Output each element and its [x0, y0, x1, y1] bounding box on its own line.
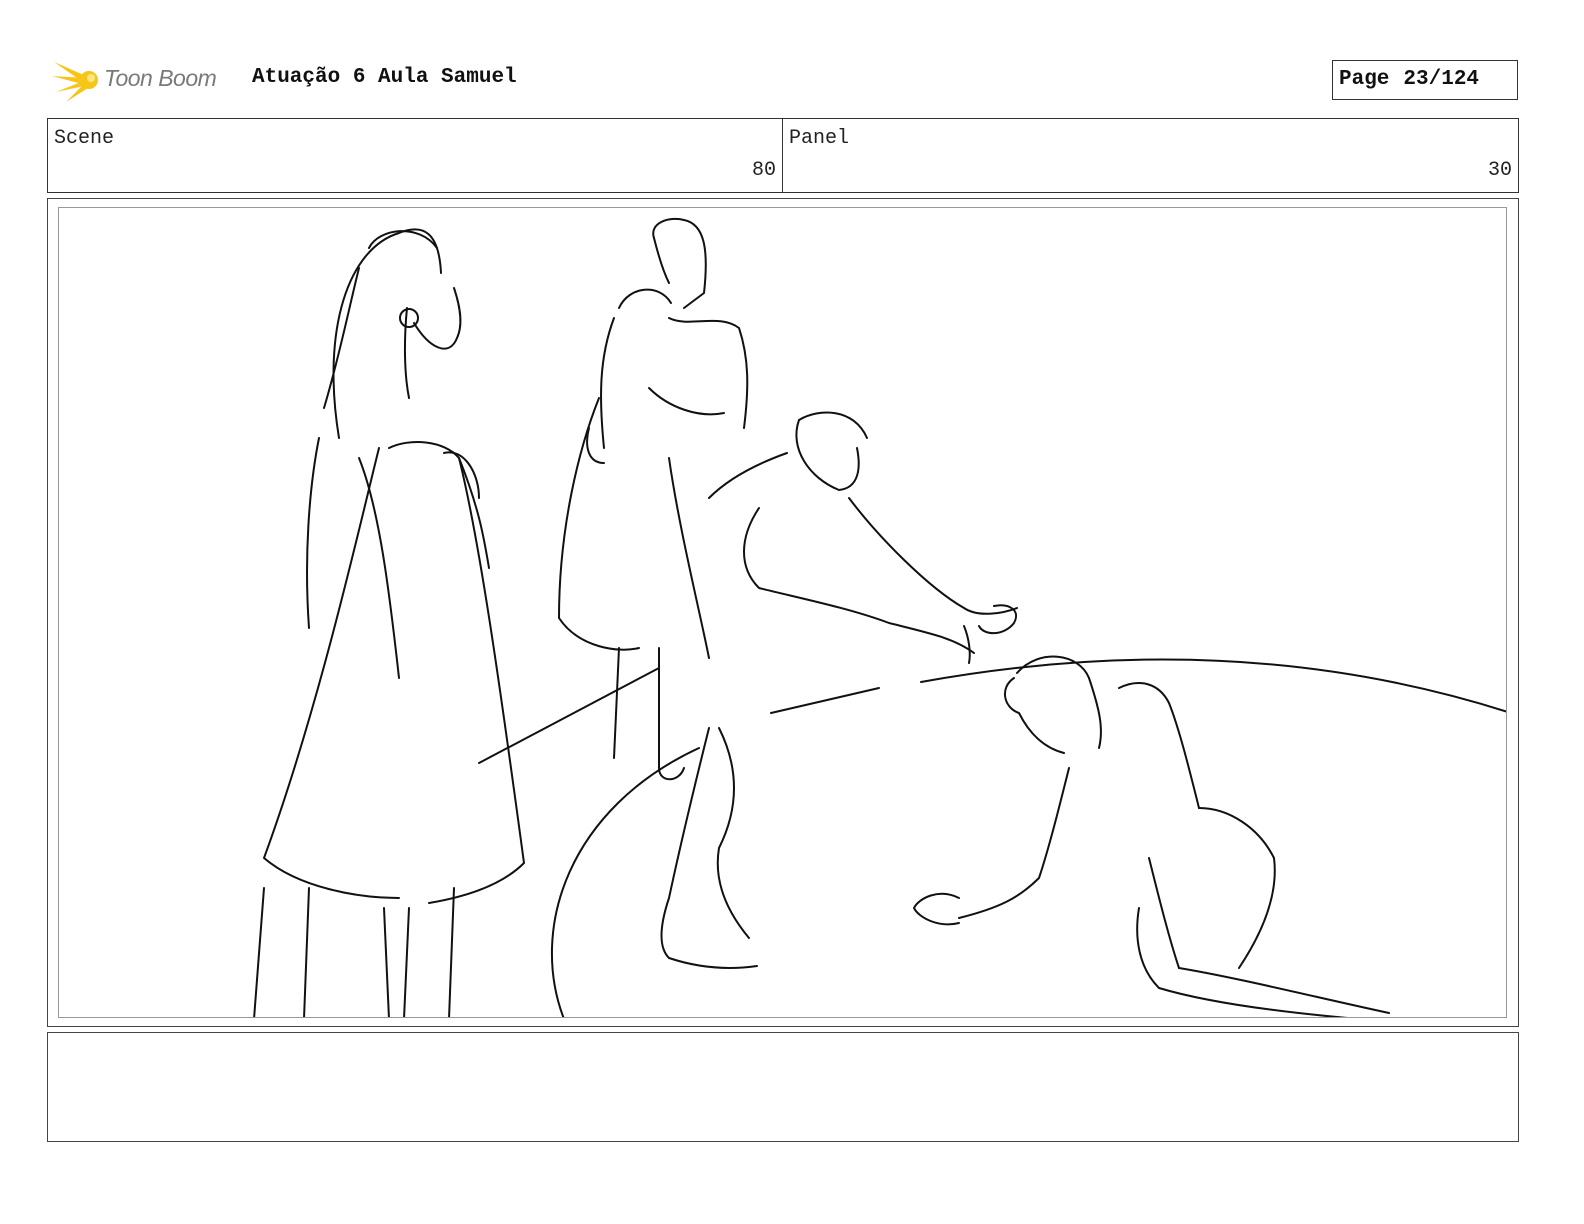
storyboard-panel-frame — [47, 198, 1519, 1027]
storyboard-sketch-image — [58, 207, 1507, 1018]
ground-stroke-mid — [478, 667, 660, 764]
scene-panel-info-row: Scene 80 Panel 30 — [47, 118, 1519, 193]
scene-label: Scene — [54, 127, 115, 150]
foreground-curve — [551, 747, 700, 1017]
panel-cell: Panel 30 — [783, 119, 1518, 192]
panel-value: 30 — [1487, 159, 1512, 182]
notes-box — [47, 1032, 1519, 1142]
logo-wordmark: Toon Boom — [104, 65, 217, 91]
sketch-drawing — [253, 218, 1506, 1017]
page-header: Toon Boom Atuação 6 Aula Samuel — [52, 56, 1532, 104]
document-title: Atuação 6 Aula Samuel — [252, 66, 517, 89]
fallen-man-figure — [913, 655, 1390, 1017]
page-label: Page — [1339, 68, 1390, 91]
toon-boom-star-icon — [52, 62, 98, 102]
panel-label: Panel — [789, 127, 850, 150]
scene-value: 80 — [751, 159, 776, 182]
couple-figure — [558, 218, 749, 781]
woman-figure — [253, 228, 525, 1017]
page-indicator: Page 23/124 — [1332, 60, 1518, 100]
scene-cell: Scene 80 — [48, 119, 783, 192]
reaching-man-figure — [660, 411, 1018, 969]
page-number: 23/124 — [1403, 68, 1480, 91]
ground-stroke-left — [770, 687, 880, 714]
toon-boom-logo: Toon Boom — [52, 56, 242, 104]
